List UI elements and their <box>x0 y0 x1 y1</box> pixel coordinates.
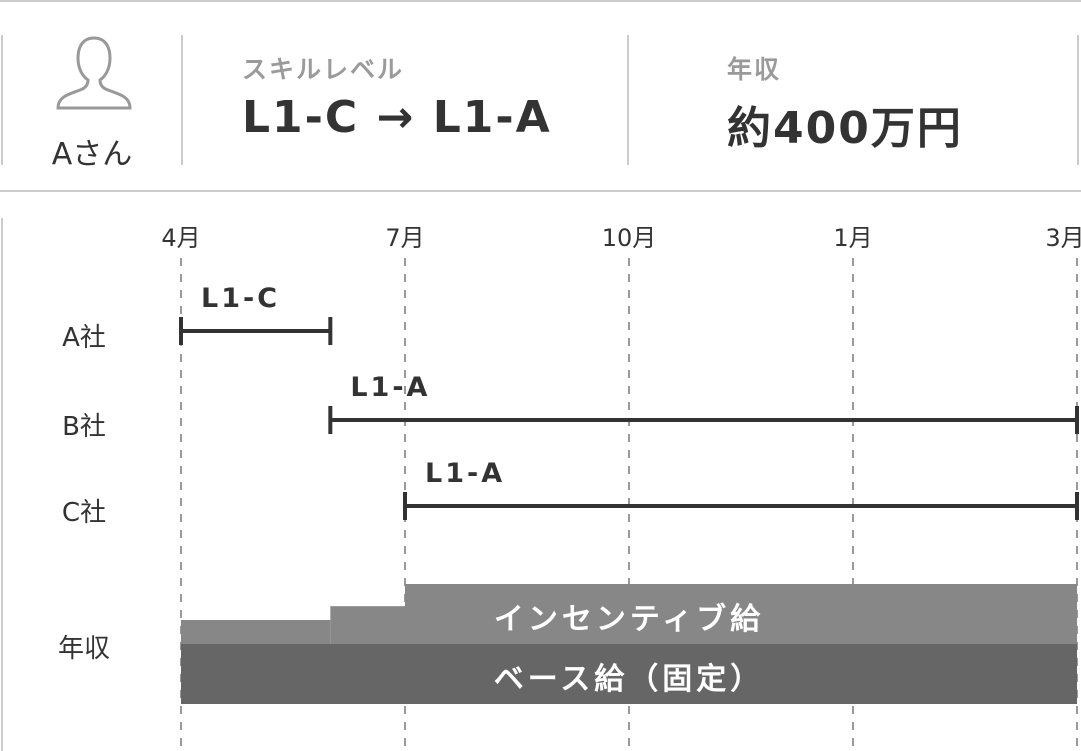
bar-label-company-a: L1-C <box>201 283 281 314</box>
base-salary-label: ベース給（固定） <box>493 662 765 697</box>
tick-label: 7月 <box>385 224 425 252</box>
tick-label: 3月末 <box>1045 224 1081 252</box>
person-profile: Aさん <box>2 34 182 172</box>
header-divider-2 <box>627 35 629 165</box>
bar-label-company-b: L1-A <box>350 372 431 403</box>
incentive-bar-segment <box>181 620 331 644</box>
person-name: Aさん <box>51 137 133 172</box>
incentive-label: インセンティブ給 <box>493 602 765 637</box>
row-label-company-c: C社 <box>61 498 107 528</box>
tick-label: 10月 <box>601 224 657 252</box>
incentive-bar-segment <box>330 606 405 644</box>
skill-level-value: L1-C → L1-A <box>242 92 552 143</box>
row-label-income: 年収 <box>57 634 110 664</box>
user-icon <box>54 34 134 114</box>
row-label-company-a: A社 <box>62 323 106 353</box>
header-right-edge <box>1077 35 1079 165</box>
top-divider <box>0 0 1081 2</box>
row-label-company-b: B社 <box>62 412 106 442</box>
tick-label: 4月 <box>161 224 201 252</box>
skill-level-label: スキルレベル <box>242 55 405 84</box>
bar-label-company-c: L1-A <box>425 458 506 489</box>
income-value: 約400万円 <box>727 103 963 154</box>
tick-label: 1月 <box>833 224 873 252</box>
income-label: 年収 <box>727 55 782 84</box>
timeline-chart: 4月 7月 10月 1月 3月末 A社 B社 C社 年収 L1-C L1-A L… <box>0 192 1081 751</box>
